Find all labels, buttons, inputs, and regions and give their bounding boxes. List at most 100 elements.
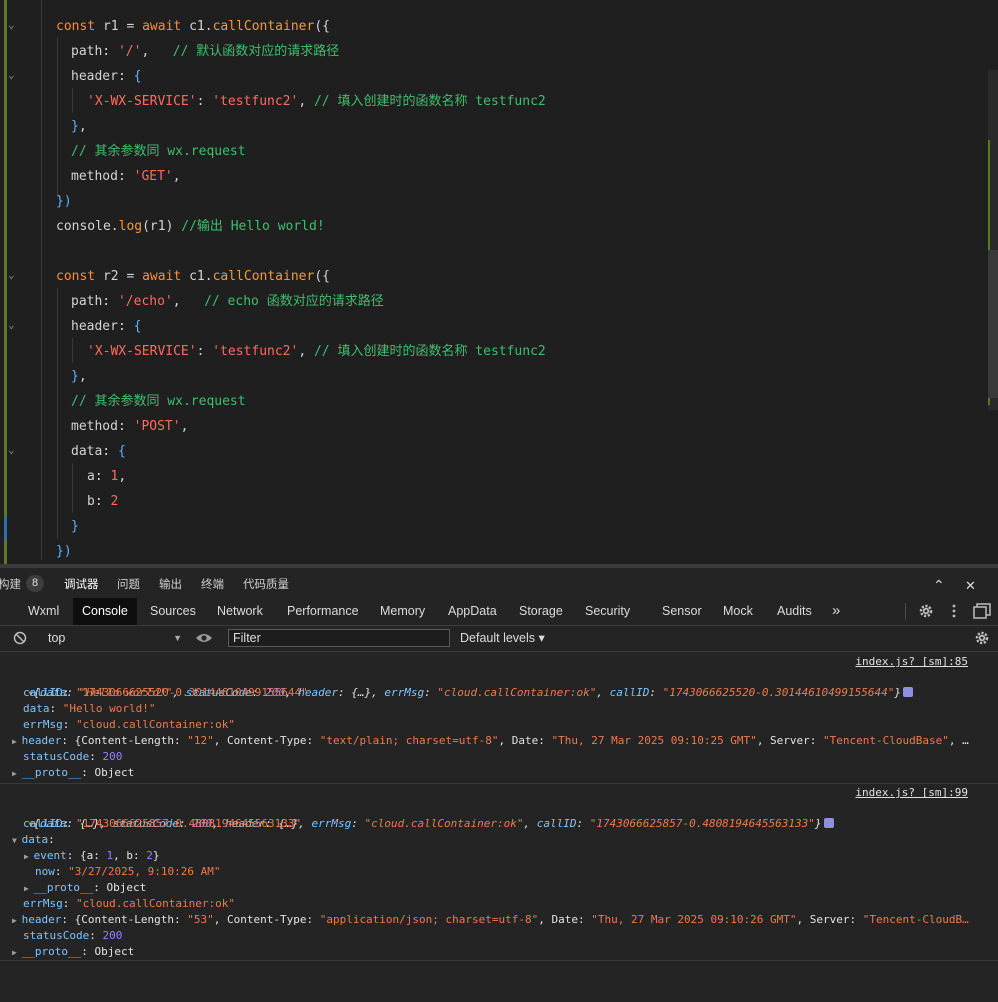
- clear-console-icon[interactable]: [13, 631, 27, 645]
- code-line[interactable]: console.log(r1) //输出 Hello world!: [56, 214, 325, 239]
- token: c1.: [189, 19, 213, 34]
- tab-network[interactable]: Network: [208, 598, 272, 625]
- code-editor[interactable]: ⌄ ⌄ ⌄ ⌄ ⌄ const r1 = await c1.callContai…: [0, 0, 998, 568]
- fold-chevron-icon[interactable]: ⌄: [8, 19, 18, 30]
- tab-performance[interactable]: Performance: [278, 598, 368, 625]
- expanded-triangle-icon[interactable]: ▼: [12, 836, 22, 845]
- eye-icon[interactable]: [195, 632, 213, 644]
- code-line[interactable]: // 其余参数同 wx.request: [71, 139, 246, 164]
- tab-audits[interactable]: Audits: [768, 598, 821, 625]
- code-line[interactable]: header: {: [71, 64, 141, 89]
- bottom-panel-tabs: 构建 8 调试器 问题 输出 终端 代码质量 ⌃ ✕: [0, 568, 998, 598]
- tab-security[interactable]: Security: [576, 598, 639, 625]
- property-row[interactable]: ▶ header: {Content-Length: "53", Content…: [12, 912, 969, 928]
- fold-chevron-icon[interactable]: ⌄: [8, 69, 18, 80]
- property-row[interactable]: statusCode: 200: [23, 749, 122, 765]
- collapsed-triangle-icon[interactable]: ▶: [12, 948, 22, 957]
- tab-wxml[interactable]: Wxml: [19, 598, 68, 625]
- tab-debugger[interactable]: 调试器: [64, 576, 99, 592]
- code-line[interactable]: 'X-WX-SERVICE': 'testfunc2', // 填入创建时的函数…: [87, 89, 546, 114]
- property-row[interactable]: now: "3/27/2025, 9:10:26 AM": [35, 864, 220, 880]
- fold-chevron-icon[interactable]: ⌄: [8, 444, 18, 455]
- code-line[interactable]: }): [56, 189, 72, 214]
- tab-terminal[interactable]: 终端: [201, 576, 224, 592]
- console-settings-gear-icon[interactable]: [974, 630, 990, 646]
- more-vertical-icon[interactable]: [951, 603, 957, 619]
- token: 'testfunc2': [212, 94, 299, 109]
- code-line[interactable]: b: 2: [87, 489, 118, 514]
- property-row[interactable]: ▶ __proto__: Object: [12, 944, 134, 960]
- code-line[interactable]: a: 1,: [87, 464, 126, 489]
- token: console.: [56, 219, 119, 234]
- token: r2: [102, 269, 127, 284]
- code-line[interactable]: const r1 = await c1.callContainer({: [56, 14, 330, 39]
- tab-appdata[interactable]: AppData: [439, 598, 506, 625]
- collapsed-triangle-icon[interactable]: ▶: [12, 916, 22, 925]
- editor-scrollbar-thumb[interactable]: [988, 250, 998, 398]
- fold-chevron-icon[interactable]: ⌄: [8, 269, 18, 280]
- code-line[interactable]: data: {: [71, 439, 126, 464]
- property-row[interactable]: ▶ header: {Content-Length: "12", Content…: [12, 733, 969, 749]
- tab-storage[interactable]: Storage: [510, 598, 572, 625]
- property-row[interactable]: callID: "1743066625857-0.480819464556313…: [23, 816, 301, 832]
- info-icon: [823, 818, 834, 828]
- log-levels-dropdown[interactable]: Default levels ▾: [460, 630, 545, 645]
- code-line[interactable]: header: {: [71, 314, 141, 339]
- tab-code-quality[interactable]: 代码质量: [243, 576, 289, 592]
- property-row[interactable]: errMsg: "cloud.callContainer:ok": [23, 896, 235, 912]
- token: data:: [71, 444, 118, 459]
- tab-issues[interactable]: 问题: [117, 576, 140, 592]
- log-entry-summary[interactable]: ▼{data: "Hello world!", statusCode: 200,…: [2, 669, 914, 699]
- property-row[interactable]: statusCode: 200: [23, 928, 122, 944]
- more-tabs-icon[interactable]: »: [823, 598, 849, 625]
- gear-icon[interactable]: [918, 603, 934, 619]
- token: }: [152, 849, 160, 862]
- tab-sensor[interactable]: Sensor: [653, 598, 711, 625]
- code-line[interactable]: }): [56, 539, 72, 564]
- property-row[interactable]: ▶ __proto__: Object: [12, 765, 134, 781]
- token: callID: [23, 817, 63, 830]
- context-selector[interactable]: top ▼: [40, 630, 186, 647]
- token: "cloud.callContainer:ok": [364, 817, 524, 830]
- code-line[interactable]: const r2 = await c1.callContainer({: [56, 264, 330, 289]
- property-row[interactable]: ▶ event: {a: 1, b: 2}: [24, 848, 160, 864]
- source-link[interactable]: index.js? [sm]:85: [855, 655, 968, 668]
- tab-memory[interactable]: Memory: [371, 598, 434, 625]
- chevron-down-icon: ▼: [173, 633, 182, 643]
- console-output[interactable]: index.js? [sm]:85 ▼{data: "Hello world!"…: [0, 652, 998, 1002]
- close-panel-icon[interactable]: ✕: [965, 578, 976, 594]
- tab-sources[interactable]: Sources: [141, 598, 205, 625]
- tab-console[interactable]: Console: [73, 598, 137, 625]
- collapsed-triangle-icon[interactable]: ▶: [24, 884, 34, 893]
- code-line[interactable]: },: [71, 364, 87, 389]
- filter-input[interactable]: [228, 629, 450, 647]
- tab-mock[interactable]: Mock: [714, 598, 762, 625]
- collapsed-triangle-icon[interactable]: ▶: [12, 737, 22, 746]
- collapsed-triangle-icon[interactable]: ▶: [12, 769, 22, 778]
- token: data: [23, 702, 50, 715]
- property-row[interactable]: ▶ __proto__: Object: [24, 880, 146, 896]
- log-entry-summary[interactable]: ▼{data: {…}, statusCode: 200, header: {……: [2, 800, 834, 830]
- dock-side-icon[interactable]: [973, 603, 991, 619]
- code-line[interactable]: path: '/', // 默认函数对应的请求路径: [71, 39, 339, 64]
- log-separator: [0, 783, 998, 784]
- collapse-panel-icon[interactable]: ⌃: [933, 577, 945, 594]
- tab-build[interactable]: 构建: [0, 576, 21, 592]
- code-line[interactable]: }: [71, 514, 79, 539]
- source-link[interactable]: index.js? [sm]:99: [855, 786, 968, 799]
- code-line[interactable]: method: 'GET',: [71, 164, 181, 189]
- collapsed-triangle-icon[interactable]: ▶: [24, 852, 34, 861]
- code-line[interactable]: },: [71, 114, 87, 139]
- property-row[interactable]: ▼ data:: [12, 832, 55, 848]
- token: "cloud.callContainer:ok": [76, 718, 235, 731]
- code-line[interactable]: // 其余参数同 wx.request: [71, 389, 246, 414]
- code-line[interactable]: path: '/echo', // echo 函数对应的请求路径: [71, 289, 384, 314]
- code-line[interactable]: 'X-WX-SERVICE': 'testfunc2', // 填入创建时的函数…: [87, 339, 546, 364]
- property-row[interactable]: errMsg: "cloud.callContainer:ok": [23, 717, 235, 733]
- property-row[interactable]: callID: "1743066625520-0.301446104991556…: [23, 685, 308, 701]
- token: callContainer: [212, 269, 315, 284]
- tab-output[interactable]: 输出: [159, 576, 182, 592]
- property-row[interactable]: data: "Hello world!": [23, 701, 155, 717]
- code-line[interactable]: method: 'POST',: [71, 414, 188, 439]
- fold-chevron-icon[interactable]: ⌄: [8, 319, 18, 330]
